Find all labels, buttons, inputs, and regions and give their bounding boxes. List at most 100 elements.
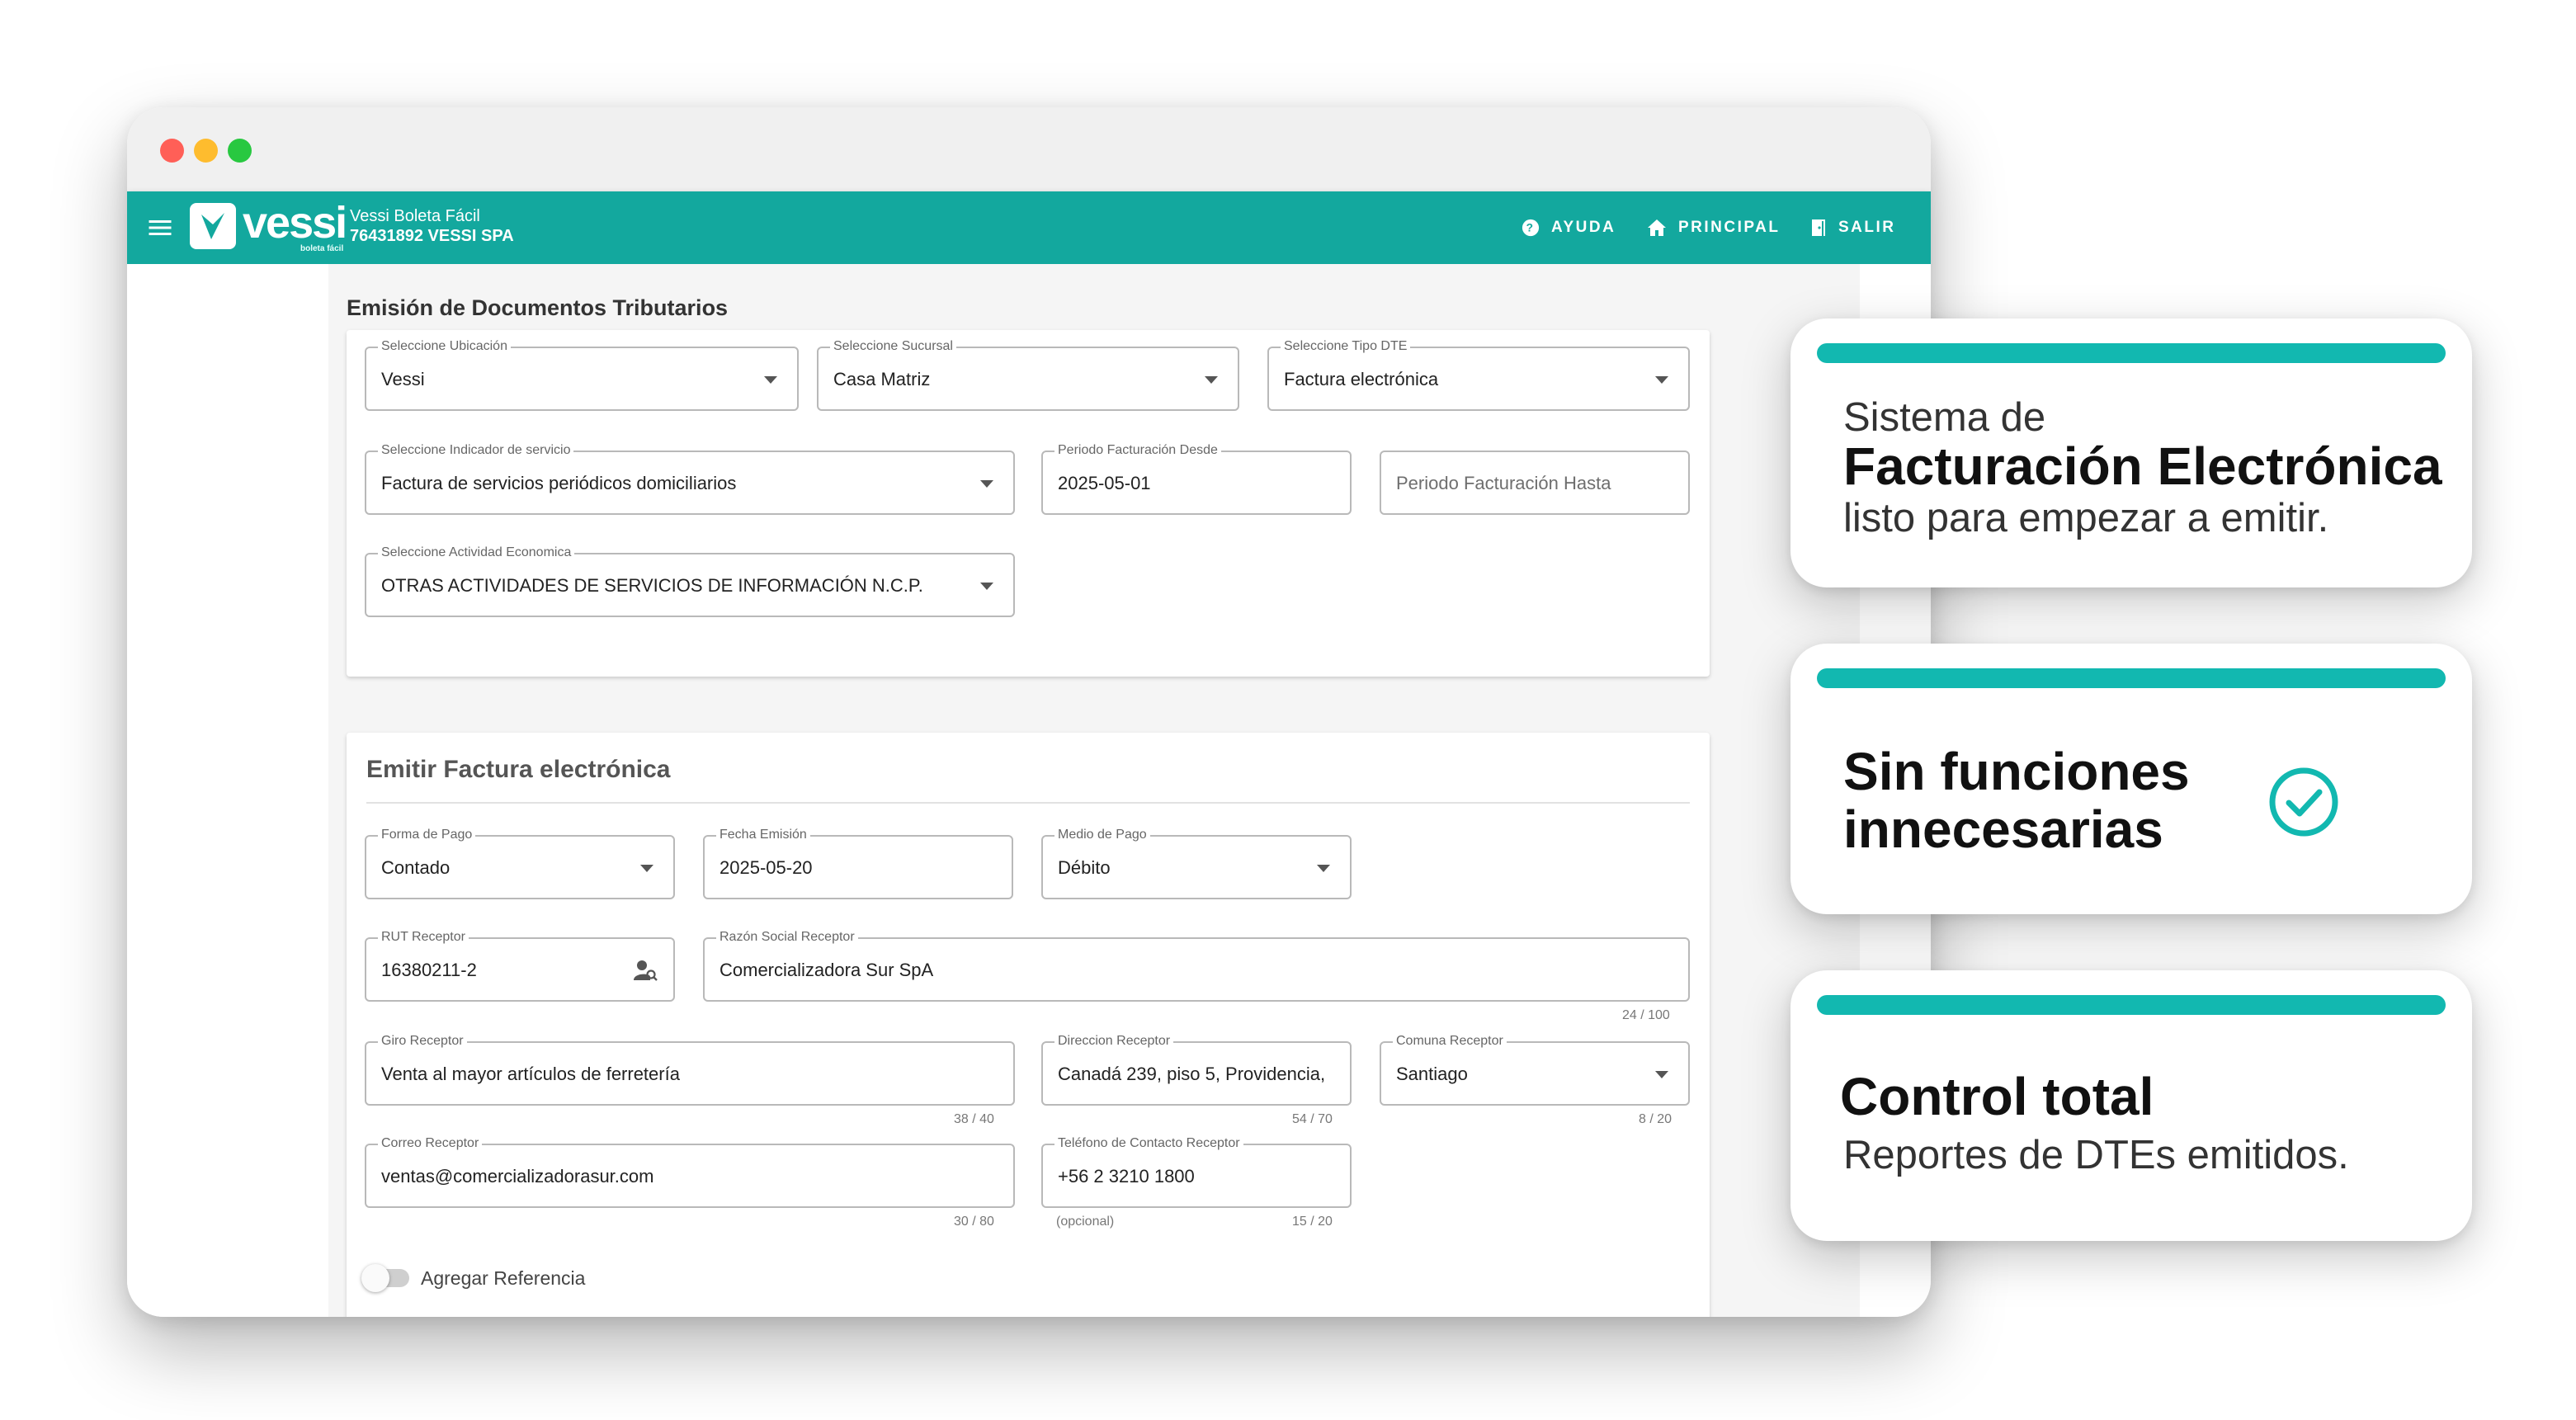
- direccion-receptor-value: Canadá 239, piso 5, Providencia,: [1058, 1064, 1326, 1084]
- fecha-emision-input[interactable]: Fecha Emisión 2025-05-20: [703, 827, 1013, 899]
- promo-1-line-2: Facturación Electrónica: [1843, 436, 2442, 496]
- periodo-desde-label: Periodo Facturación Desde: [1054, 442, 1221, 459]
- ubicacion-value: Vessi: [381, 369, 425, 389]
- check-circle-icon: [2269, 767, 2338, 837]
- promo-accent-bar: [1817, 995, 2446, 1015]
- periodo-desde-value: 2025-05-01: [1058, 473, 1151, 493]
- exit-icon: [1812, 219, 1825, 236]
- indicador-servicio-label: Seleccione Indicador de servicio: [378, 442, 574, 459]
- direccion-receptor-input[interactable]: Direccion Receptor Canadá 239, piso 5, P…: [1041, 1033, 1352, 1106]
- promo-accent-bar: [1817, 343, 2446, 363]
- sucursal-select[interactable]: Seleccione Sucursal Casa Matriz: [817, 338, 1239, 411]
- giro-receptor-label: Giro Receptor: [378, 1033, 467, 1050]
- tipo-dte-label: Seleccione Tipo DTE: [1281, 338, 1411, 355]
- promo-2-line-1: Sin funciones: [1843, 742, 2190, 801]
- direccion-receptor-label: Direccion Receptor: [1054, 1033, 1174, 1050]
- promo-1-line-1: Sistema de: [1843, 395, 2046, 440]
- logo-subtext: boleta fácil: [300, 244, 344, 253]
- indicador-servicio-select[interactable]: Seleccione Indicador de servicio Factura…: [365, 442, 1015, 515]
- factura-card-title: Emitir Factura electrónica: [366, 756, 671, 783]
- fecha-emision-label: Fecha Emisión: [716, 827, 810, 843]
- main-content: Emisión de Documentos Tributarios Selecc…: [127, 264, 1931, 1317]
- promo-card-funciones: Sin funciones innecesarias: [1790, 644, 2472, 914]
- divider: [366, 802, 1690, 804]
- help-label: AYUDA: [1551, 219, 1616, 236]
- user-search-icon[interactable]: [634, 959, 658, 982]
- dropdown-arrow-icon: [980, 583, 993, 590]
- page-title: Emisión de Documentos Tributarios: [347, 295, 729, 320]
- medio-pago-label: Medio de Pago: [1054, 827, 1150, 843]
- dropdown-arrow-icon: [640, 865, 653, 872]
- telefono-counter: 15 / 20: [1292, 1215, 1333, 1229]
- home-label: PRINCIPAL: [1678, 219, 1781, 236]
- maximize-window-button[interactable]: [228, 139, 252, 163]
- periodo-desde-input[interactable]: Periodo Facturación Desde 2025-05-01: [1041, 442, 1352, 515]
- svg-text:?: ?: [1526, 222, 1536, 234]
- rut-receptor-label: RUT Receptor: [378, 929, 469, 946]
- logo-check-icon: [201, 213, 224, 239]
- actividad-economica-select[interactable]: Seleccione Actividad Economica OTRAS ACT…: [365, 545, 1015, 617]
- rut-receptor-input[interactable]: RUT Receptor 16380211-2: [365, 929, 675, 1002]
- ubicacion-label: Seleccione Ubicación: [378, 338, 511, 355]
- tipo-dte-value: Factura electrónica: [1284, 369, 1439, 389]
- exit-label: SALIR: [1838, 219, 1896, 236]
- razon-social-input[interactable]: Razón Social Receptor Comercializadora S…: [703, 929, 1690, 1002]
- home-button[interactable]: PRINCIPAL: [1647, 208, 1780, 248]
- exit-button[interactable]: SALIR: [1810, 208, 1896, 248]
- close-window-button[interactable]: [160, 139, 184, 163]
- comuna-receptor-select[interactable]: Comuna Receptor Santiago: [1380, 1033, 1690, 1106]
- promo-card-facturacion: Sistema de Facturación Electrónica listo…: [1790, 318, 2472, 587]
- forma-pago-value: Contado: [381, 857, 451, 878]
- actividad-economica-value: OTRAS ACTIVIDADES DE SERVICIOS DE INFORM…: [381, 575, 923, 596]
- emision-card: Seleccione Ubicación Vessi Seleccione Su…: [347, 330, 1710, 677]
- periodo-hasta-input[interactable]: Periodo Facturación Hasta: [1380, 451, 1690, 515]
- telefono-receptor-label: Teléfono de Contacto Receptor: [1054, 1135, 1243, 1152]
- browser-window: vessi boleta fácil Vessi Boleta Fácil 76…: [127, 107, 1931, 1317]
- giro-counter: 38 / 40: [954, 1112, 994, 1126]
- comuna-receptor-label: Comuna Receptor: [1393, 1033, 1507, 1050]
- giro-receptor-input[interactable]: Giro Receptor Venta al mayor artículos d…: [365, 1033, 1015, 1106]
- referencia-toggle[interactable]: [361, 1264, 389, 1292]
- razon-social-value: Comercializadora Sur SpA: [719, 960, 934, 980]
- periodo-hasta-placeholder: Periodo Facturación Hasta: [1396, 473, 1611, 493]
- promo-1-line-3: listo para empezar a emitir.: [1843, 496, 2329, 540]
- logo-text: vessi: [243, 198, 347, 248]
- promo-3-line-1: Control total: [1840, 1067, 2154, 1126]
- dropdown-arrow-icon: [1317, 865, 1330, 872]
- telefono-helper: (opcional): [1056, 1215, 1115, 1229]
- correo-receptor-input[interactable]: Correo Receptor ventas@comercializadoras…: [365, 1135, 1015, 1208]
- home-icon: [1648, 219, 1666, 236]
- promo-card-control: Control total Reportes de DTEs emitidos.: [1790, 970, 2472, 1241]
- app-bar: vessi boleta fácil Vessi Boleta Fácil 76…: [127, 191, 1931, 264]
- promo-accent-bar: [1817, 668, 2446, 688]
- dropdown-arrow-icon: [1205, 376, 1218, 384]
- company-name: 76431892 VESSI SPA: [350, 227, 514, 245]
- medio-pago-value: Débito: [1058, 857, 1111, 878]
- tipo-dte-select[interactable]: Seleccione Tipo DTE Factura electrónica: [1267, 338, 1690, 411]
- promo-3-line-2: Reportes de DTEs emitidos.: [1843, 1133, 2349, 1177]
- forma-pago-label: Forma de Pago: [378, 827, 476, 843]
- correo-receptor-label: Correo Receptor: [378, 1135, 483, 1152]
- razon-social-counter: 24 / 100: [1622, 1008, 1670, 1022]
- sucursal-value: Casa Matriz: [833, 369, 931, 389]
- direccion-counter: 54 / 70: [1292, 1112, 1333, 1126]
- referencia-toggle-label: Agregar Referencia: [421, 1267, 586, 1289]
- fecha-emision-value: 2025-05-20: [719, 857, 813, 878]
- telefono-receptor-input[interactable]: Teléfono de Contacto Receptor +56 2 3210…: [1041, 1135, 1352, 1208]
- menu-icon[interactable]: [145, 213, 175, 243]
- factura-card: Emitir Factura electrónica Forma de Pago…: [347, 733, 1710, 1317]
- correo-receptor-value: ventas@comercializadorasur.com: [381, 1166, 654, 1186]
- logo-mark: [190, 203, 236, 249]
- indicador-servicio-value: Factura de servicios periódicos domicili…: [381, 473, 737, 493]
- dropdown-arrow-icon: [764, 376, 777, 384]
- forma-pago-select[interactable]: Forma de Pago Contado: [365, 827, 675, 899]
- telefono-receptor-value: +56 2 3210 1800: [1058, 1166, 1195, 1186]
- ubicacion-select[interactable]: Seleccione Ubicación Vessi: [365, 338, 799, 411]
- comuna-receptor-value: Santiago: [1396, 1064, 1468, 1084]
- actividad-economica-label: Seleccione Actividad Economica: [378, 545, 575, 561]
- help-button[interactable]: ? AYUDA: [1522, 208, 1616, 248]
- medio-pago-select[interactable]: Medio de Pago Débito: [1041, 827, 1352, 899]
- giro-receptor-value: Venta al mayor artículos de ferretería: [381, 1064, 680, 1084]
- minimize-window-button[interactable]: [194, 139, 218, 163]
- comuna-counter: 8 / 20: [1639, 1112, 1673, 1126]
